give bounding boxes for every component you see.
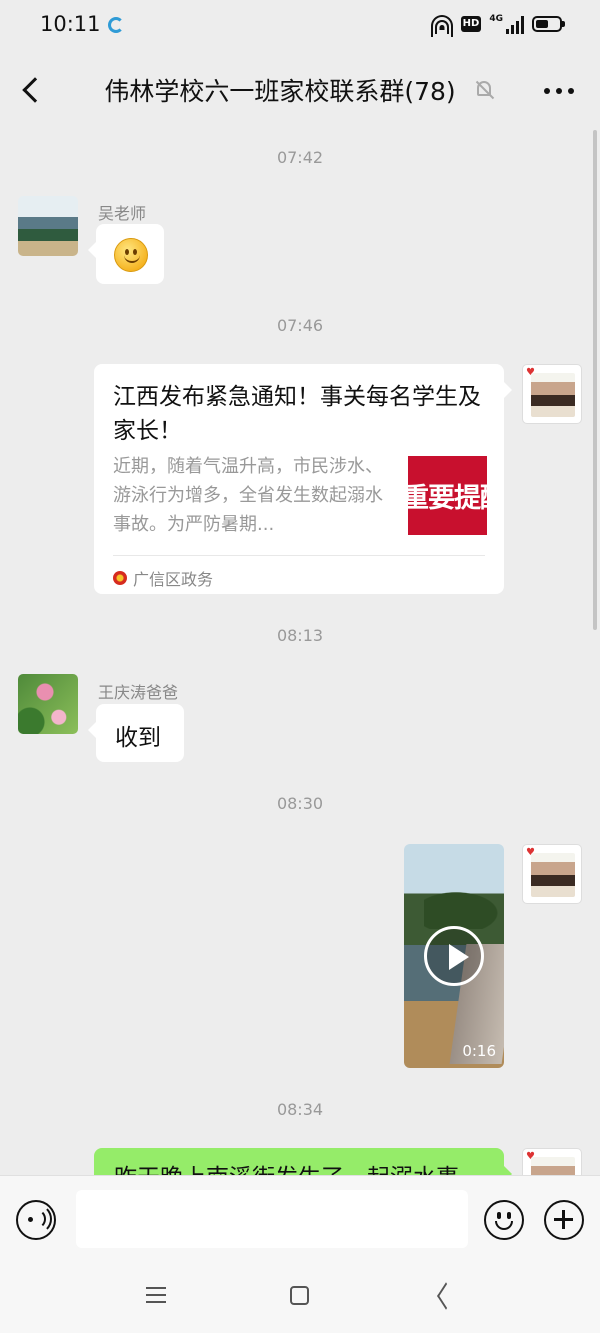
signal-icon: 4G: [489, 14, 524, 34]
avatar[interactable]: ♥: [522, 1148, 582, 1175]
emoji-message-bubble[interactable]: [88, 224, 164, 284]
more-functions-button[interactable]: [544, 1200, 584, 1240]
link-source: 广信区政务: [113, 566, 213, 590]
chat-title: 伟林学校六一班家校联系群(78): [104, 77, 456, 106]
source-name: 广信区政务: [133, 570, 214, 589]
link-description: 近期，随着气温升高，市民涉水、游泳行为增多，全省发生数起溺水事故。为严防暑期..…: [113, 456, 383, 535]
message-text: 昨天晚上南溪街发生了一起溺水事: [114, 1158, 459, 1175]
status-icons: HD 4G: [430, 14, 565, 37]
avatar[interactable]: [18, 674, 78, 734]
text-message-bubble[interactable]: 昨天晚上南溪街发生了一起溺水事: [94, 1148, 512, 1175]
sender-name: 王庆涛爸爸: [98, 683, 179, 702]
text-message-bubble[interactable]: 收到: [88, 704, 184, 762]
government-emblem-icon: [113, 571, 127, 585]
timestamp: 07:42: [276, 148, 324, 167]
message-input[interactable]: [76, 1190, 468, 1248]
status-time: 10:11: [40, 12, 101, 36]
home-icon[interactable]: [290, 1286, 309, 1305]
link-card-message[interactable]: 江西发布紧急通知！事关每名学生及家长！ 近期，随着气温升高，市民涉水、游泳行为增…: [94, 364, 512, 594]
input-bar: [0, 1175, 600, 1263]
chat-header: 伟林学校六一班家校联系群(78): [0, 52, 600, 128]
play-icon[interactable]: [424, 926, 484, 986]
voice-input-button[interactable]: [16, 1200, 56, 1240]
timestamp: 07:46: [276, 316, 324, 335]
mute-bell-icon: [474, 79, 495, 101]
message-list[interactable]: 07:42 吴老师 07:46 江西发布紧急通知！事关每名学生及家长！ 近期，随…: [0, 128, 600, 1175]
link-title: 江西发布紧急通知！事关每名学生及家长！: [113, 384, 481, 444]
sender-name: 吴老师: [98, 204, 147, 223]
avatar[interactable]: [18, 196, 78, 256]
video-message[interactable]: 0:16: [404, 844, 504, 1068]
avatar[interactable]: ♥: [522, 844, 582, 904]
sync-icon: [108, 17, 124, 33]
smile-emoji-icon: [114, 238, 148, 272]
hd-badge: HD: [460, 16, 482, 32]
avatar[interactable]: ♥: [522, 364, 582, 424]
timestamp: 08:30: [276, 794, 324, 813]
status-bar: 10:11 HD 4G: [0, 0, 600, 52]
system-nav-bar: [0, 1263, 600, 1333]
scrollbar[interactable]: [593, 130, 597, 630]
back-triangle-icon[interactable]: [434, 1285, 454, 1305]
wifi-icon: [430, 15, 453, 37]
menu-icon[interactable]: [146, 1287, 166, 1303]
video-duration: 0:16: [462, 1042, 496, 1060]
timestamp: 08:34: [276, 1100, 324, 1119]
battery-icon: [532, 16, 565, 32]
message-text: 收到: [115, 725, 161, 751]
more-options-button[interactable]: [544, 88, 574, 94]
divider: [113, 555, 485, 556]
link-thumbnail: 重要提醒: [408, 456, 487, 535]
timestamp: 08:13: [276, 626, 324, 645]
emoji-button[interactable]: [484, 1200, 524, 1240]
